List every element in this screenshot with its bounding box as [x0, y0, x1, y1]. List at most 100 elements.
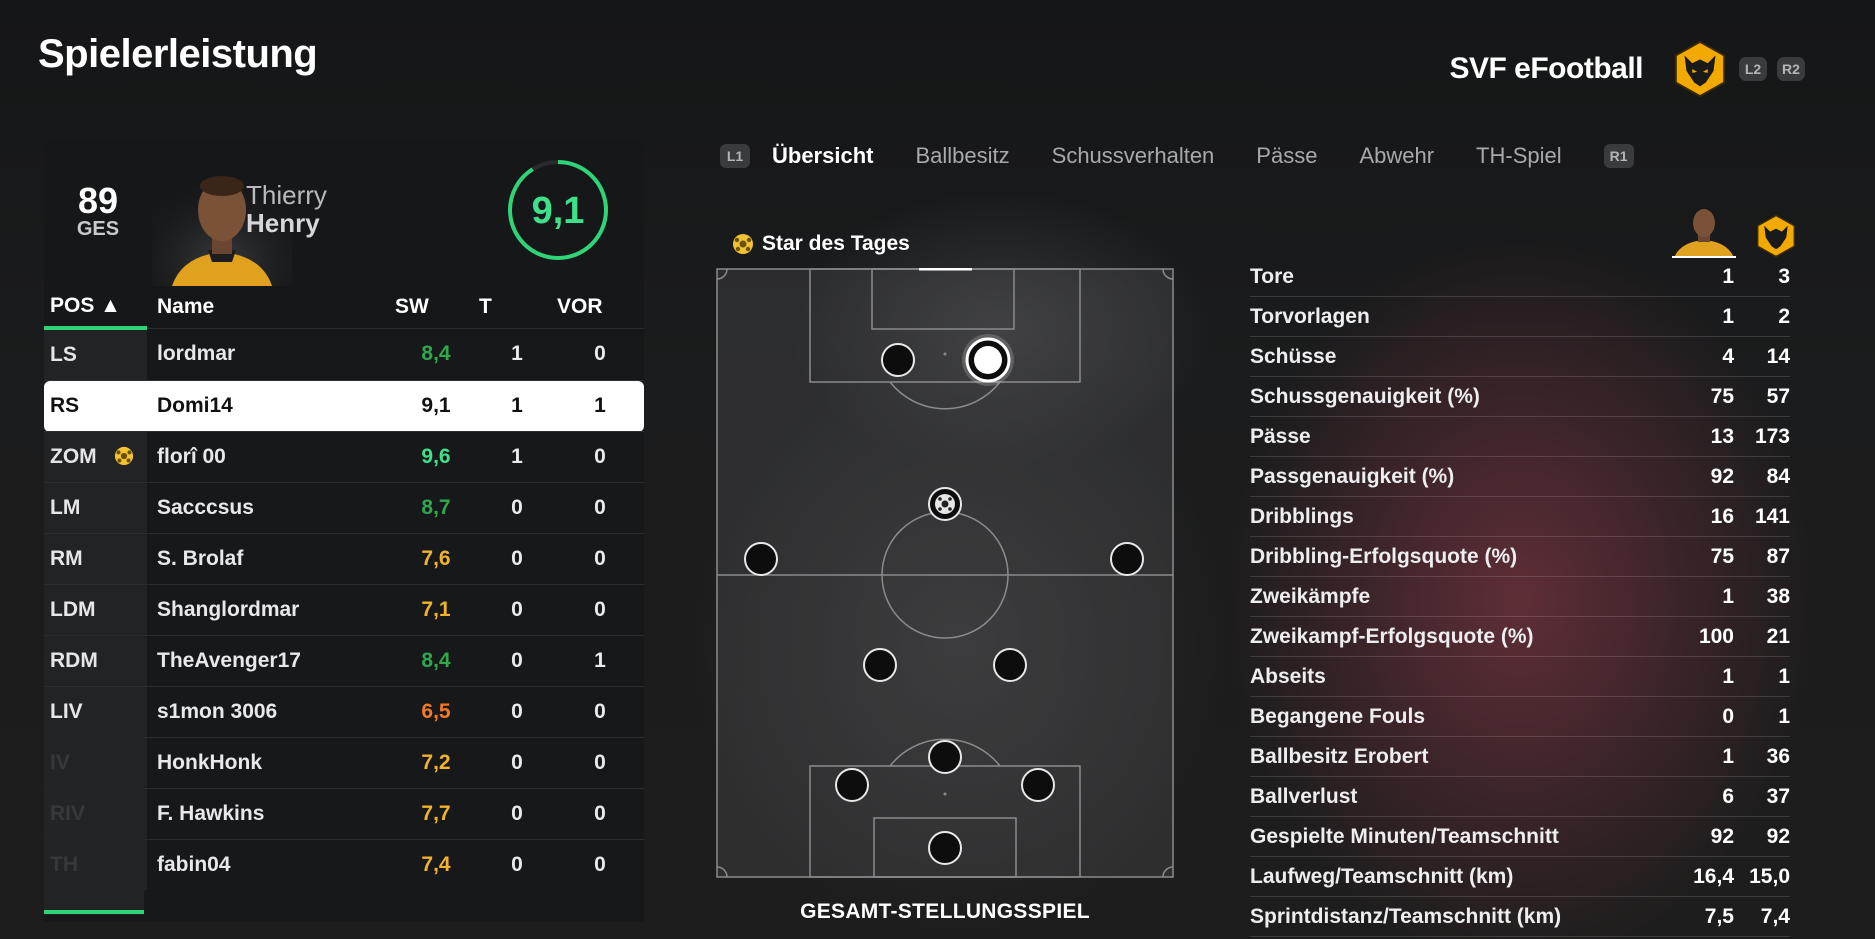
l2-button[interactable]: L2 — [1739, 57, 1767, 81]
stat-label: Abseits — [1250, 665, 1326, 688]
name-header[interactable]: Name — [147, 286, 394, 328]
row-position: LDM — [44, 584, 147, 636]
row-goals: 0 — [478, 686, 556, 738]
row-goals: 1 — [478, 431, 556, 483]
match-score: 9,1 — [531, 190, 585, 232]
row-goals: 0 — [478, 584, 556, 636]
r2-button[interactable]: R2 — [1777, 57, 1805, 81]
stat-row: Tore 1 3 — [1250, 258, 1790, 297]
club-header: SVF eFootball L2 R2 — [1449, 40, 1805, 98]
row-player-name: Sacccsus — [147, 482, 394, 534]
row-goals: 0 — [478, 533, 556, 585]
tab-schussverhalten[interactable]: Schussverhalten — [1052, 143, 1215, 169]
stat-team-value: 1 — [1778, 705, 1790, 728]
player-marker-iv — [928, 740, 962, 774]
stat-player-value: 1 — [1722, 305, 1734, 328]
row-rating: 9,1 — [394, 380, 478, 432]
tab-th-spiel[interactable]: TH-Spiel — [1476, 143, 1562, 169]
roster-row[interactable]: LM Sacccsus 8,7 0 0 — [44, 482, 644, 534]
stat-row: Dribbling-Erfolgsquote (%) 75 87 — [1250, 538, 1790, 577]
row-assists: 1 — [556, 635, 644, 687]
tab-paesse[interactable]: Pässe — [1256, 143, 1317, 169]
roster-row[interactable]: LS lordmar 8,4 1 0 — [44, 327, 644, 381]
sort-by-position-header[interactable]: POS ▲ — [44, 286, 147, 330]
tab-uebersicht[interactable]: Übersicht — [772, 143, 873, 169]
r1-button[interactable]: R1 — [1603, 144, 1634, 168]
stat-label: Torvorlagen — [1250, 305, 1370, 328]
row-player-name: florî 00 — [147, 431, 394, 483]
stat-label: Zweikämpfe — [1250, 585, 1371, 608]
player-marker-th — [928, 831, 962, 865]
stat-team-value: 2 — [1778, 305, 1790, 328]
row-rating: 7,2 — [394, 737, 478, 789]
row-position: RM — [44, 533, 147, 585]
player-marker-liv — [835, 768, 869, 802]
row-assists: 0 — [556, 327, 644, 381]
stat-row: Pässe 13 173 — [1250, 418, 1790, 457]
row-assists: 0 — [556, 533, 644, 585]
player-first-name: Thierry — [246, 180, 327, 210]
stat-label: Sprintdistanz/Teamschnitt (km) — [1250, 905, 1562, 928]
stat-team-value: 1 — [1778, 665, 1790, 688]
player-column-avatar-icon — [1672, 209, 1736, 258]
row-rating: 8,4 — [394, 327, 478, 381]
formation-pitch — [716, 268, 1174, 878]
row-goals: 0 — [478, 482, 556, 534]
assists-header[interactable]: VOR — [556, 286, 644, 328]
scroll-indicator — [44, 910, 144, 914]
stat-row: Laufweg/Teamschnitt (km) 16,4 15,0 — [1250, 858, 1790, 897]
overall-rating: 89 — [77, 180, 119, 221]
row-assists: 1 — [556, 380, 644, 432]
goals-header[interactable]: T — [478, 286, 556, 328]
stat-label: Pässe — [1250, 425, 1311, 448]
row-goals: 0 — [478, 839, 556, 890]
rating-header[interactable]: SW — [394, 286, 478, 328]
tab-ballbesitz[interactable]: Ballbesitz — [915, 143, 1009, 169]
row-position: LM — [44, 482, 147, 534]
stat-label: Dribblings — [1250, 505, 1354, 528]
row-rating: 9,6 — [394, 431, 478, 483]
roster-row[interactable]: RS Domi14 9,1 1 1 — [44, 380, 644, 432]
stat-team-value: 14 — [1766, 345, 1790, 368]
stat-team-value: 15,0 — [1749, 865, 1790, 888]
stat-label: Ballverlust — [1250, 785, 1358, 808]
player-marker-riv — [1021, 768, 1055, 802]
stat-team-value: 37 — [1766, 785, 1790, 808]
stat-player-value: 7,5 — [1704, 905, 1734, 928]
stat-player-value: 92 — [1710, 465, 1734, 488]
stat-row: Sprintdistanz/Teamschnitt (km) 7,5 7,4 — [1250, 898, 1790, 937]
row-rating: 7,7 — [394, 788, 478, 840]
row-player-name: Domi14 — [147, 380, 394, 432]
position-column-background — [44, 720, 144, 915]
stat-team-value: 87 — [1766, 545, 1790, 568]
stat-player-value: 1 — [1722, 665, 1734, 688]
stat-row: Abseits 1 1 — [1250, 658, 1790, 697]
roster-row[interactable]: RM S. Brolaf 7,6 0 0 — [44, 533, 644, 585]
stat-team-value: 92 — [1766, 825, 1790, 848]
l1-button[interactable]: L1 — [720, 144, 750, 168]
row-player-name: HonkHonk — [147, 737, 394, 789]
stat-player-value: 16,4 — [1693, 865, 1734, 888]
stat-player-value: 0 — [1722, 705, 1734, 728]
roster-row[interactable]: RDM TheAvenger17 8,4 0 1 — [44, 635, 644, 687]
stat-team-value: 3 — [1778, 265, 1790, 288]
row-position: RDM — [44, 635, 147, 687]
star-of-the-day: Star des Tages — [732, 232, 910, 256]
stat-row: Gespielte Minuten/Teamschnitt 92 92 — [1250, 818, 1790, 857]
stat-team-value: 84 — [1766, 465, 1790, 488]
stat-row: Torvorlagen 1 2 — [1250, 298, 1790, 337]
stat-player-value: 4 — [1722, 345, 1734, 368]
stat-team-value: 57 — [1766, 385, 1790, 408]
row-assists: 0 — [556, 431, 644, 483]
roster-row[interactable]: LDM Shanglordmar 7,1 0 0 — [44, 584, 644, 636]
roster-row[interactable]: ZOM florî 00 9,6 1 0 — [44, 431, 644, 483]
stat-player-value: 1 — [1722, 265, 1734, 288]
stat-player-value: 75 — [1710, 385, 1734, 408]
stat-label: Schüsse — [1250, 345, 1337, 368]
stat-player-value: 16 — [1710, 505, 1734, 528]
row-player-name: TheAvenger17 — [147, 635, 394, 687]
stat-team-value: 38 — [1766, 585, 1790, 608]
stat-team-value: 7,4 — [1760, 905, 1790, 928]
stat-row: Zweikampf-Erfolgsquote (%) 100 21 — [1250, 618, 1790, 657]
tab-abwehr[interactable]: Abwehr — [1359, 143, 1434, 169]
